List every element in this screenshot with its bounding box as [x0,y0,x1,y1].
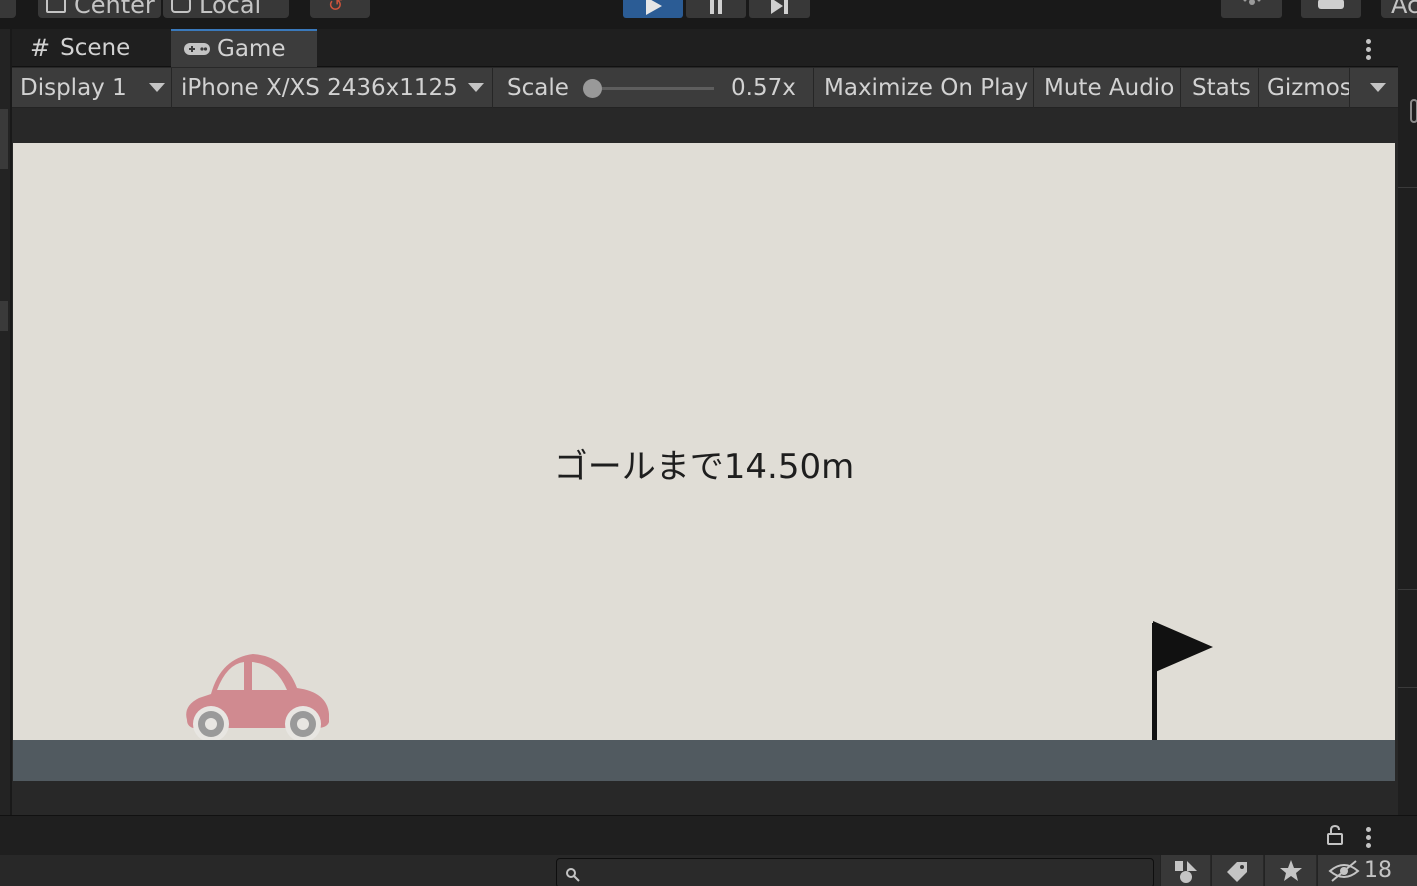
pause-icon [710,0,722,14]
display-label: Display 1 [20,75,127,101]
panel-menu-button[interactable] [1366,39,1372,63]
local-space-icon [171,0,191,13]
pause-button[interactable] [686,0,746,18]
snap-icon: ↺ [328,0,344,16]
space-label: Local [199,0,262,18]
left-panel-edge [0,29,10,815]
display-dropdown[interactable]: Display 1 [12,68,172,108]
play-icon [646,0,662,15]
maximize-label: Maximize On Play [824,75,1029,101]
gizmos-toggle[interactable]: Gizmos [1260,68,1350,108]
cloud-icon [1318,0,1344,9]
left-panel-tab [0,109,8,169]
scale-control: Scale 0.57x [494,68,814,108]
inspector-lock-icon [1410,99,1417,123]
game-view-toolbar: Display 1 iPhone X/XS 2436x1125 L Scale … [12,68,1398,108]
gizmos-dropdown[interactable] [1351,68,1398,108]
ground [13,740,1395,781]
mute-label: Mute Audio [1044,75,1175,101]
scale-value: 0.57x [731,75,796,101]
scale-slider-track[interactable] [592,87,714,90]
tab-game-label: Game [217,36,286,62]
maximize-on-play-toggle[interactable]: Maximize On Play [815,68,1034,108]
search-icon [566,868,580,882]
panel-tab-bar: # Scene Game [12,29,1398,67]
sparkle-icon [1243,0,1260,5]
resolution-label: iPhone X/XS 2436x1125 L [181,75,464,101]
hash-icon: # [30,34,51,62]
hidden-packages-toggle[interactable]: 18 [1317,855,1417,886]
play-button[interactable] [623,0,683,18]
tab-scene[interactable]: # Scene [12,29,170,67]
filter-by-type-button[interactable] [1160,855,1210,886]
main-toolbar: Center Local ↺ Ac [0,0,1417,28]
stats-toggle[interactable]: Stats [1182,68,1259,108]
scale-label: Scale [507,75,569,101]
step-button[interactable] [749,0,810,18]
stats-label: Stats [1192,75,1251,101]
lock-icon[interactable] [1326,825,1344,845]
resolution-dropdown[interactable]: iPhone X/XS 2436x1125 L [173,68,493,108]
goal-distance-text: ゴールまで14.50m [553,447,855,487]
favorites-button[interactable] [1264,855,1316,886]
step-icon [770,0,788,14]
gizmos-label: Gizmos [1267,75,1350,101]
bottom-menu-button[interactable] [1366,827,1371,851]
snap-button[interactable]: ↺ [310,0,370,18]
shapes-icon [1174,860,1197,883]
goal-flag-sprite [1152,621,1213,743]
star-icon [1279,859,1302,881]
account-label: Ac [1391,0,1417,18]
car-sprite [186,654,329,742]
pivot-local-button[interactable]: Local [163,0,289,18]
chevron-down-icon [1370,83,1386,92]
pivot-icon [46,0,66,13]
tab-scene-label: Scene [60,35,131,61]
chevron-down-icon [468,83,484,92]
search-input[interactable] [556,858,1154,886]
account-button[interactable]: Ac [1381,0,1417,18]
mute-audio-toggle[interactable]: Mute Audio [1035,68,1181,108]
eye-slash-icon [1328,859,1360,882]
tab-game[interactable]: Game [171,29,317,67]
cloud-services-button[interactable] [1221,0,1282,18]
toolbar-button-partial[interactable] [0,0,16,18]
filter-by-label-button[interactable] [1211,855,1263,886]
scale-slider-thumb[interactable] [583,79,602,98]
left-panel-tab [0,301,8,331]
gamepad-icon [184,43,210,55]
game-view-canvas[interactable]: ゴールまで14.50m [13,143,1395,781]
chevron-down-icon [149,83,165,92]
tag-icon [1226,861,1247,882]
pivot-label: Center [74,0,155,18]
pivot-center-button[interactable]: Center [38,0,161,18]
collab-button[interactable] [1301,0,1361,18]
bottom-panel-header [0,815,1417,855]
right-panel-edge [1398,29,1417,815]
hidden-count: 18 [1364,858,1392,883]
